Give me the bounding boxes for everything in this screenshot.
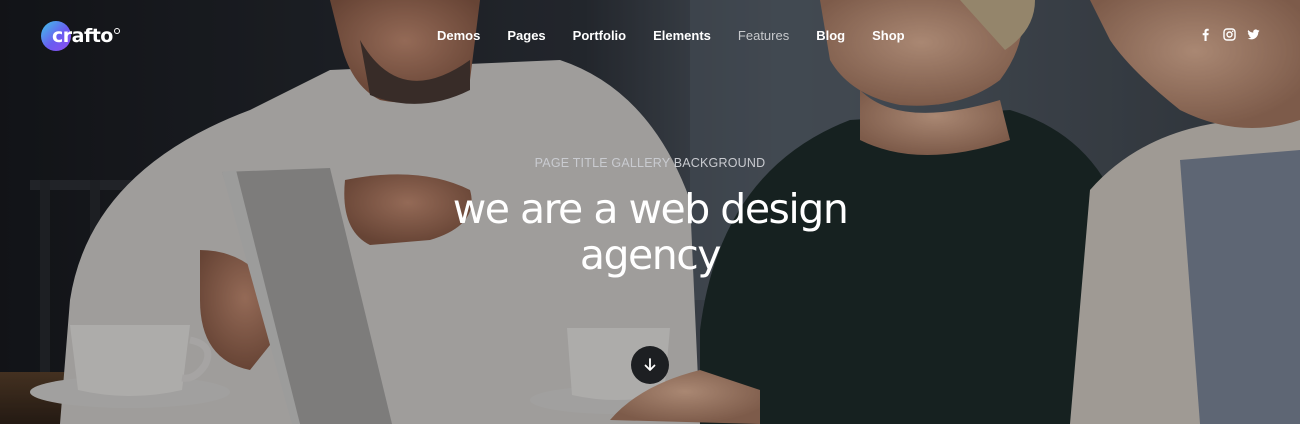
hero-title-line1: we are a web design: [452, 185, 849, 233]
twitter-icon[interactable]: [1247, 28, 1260, 41]
logo-registered-icon: [113, 28, 120, 34]
logo-text: crafto: [52, 25, 113, 47]
site-header: crafto Demos Pages Portfolio Elements Fe…: [0, 0, 1300, 72]
hero-title-line2: agency: [579, 231, 722, 279]
scroll-down-button[interactable]: [631, 346, 669, 384]
nav-item-features[interactable]: Features: [738, 28, 789, 44]
nav-item-pages[interactable]: Pages: [507, 28, 545, 44]
hero-title: we are a web design agency: [0, 186, 1300, 278]
nav-item-demos[interactable]: Demos: [437, 28, 480, 44]
main-navigation: Demos Pages Portfolio Elements Features …: [437, 28, 932, 44]
nav-item-portfolio[interactable]: Portfolio: [573, 28, 626, 44]
nav-item-blog[interactable]: Blog: [816, 28, 845, 44]
nav-item-shop[interactable]: Shop: [872, 28, 905, 44]
arrow-down-icon: [644, 358, 656, 371]
facebook-icon[interactable]: [1199, 28, 1212, 41]
nav-item-elements[interactable]: Elements: [653, 28, 711, 44]
hero-subtitle: PAGE TITLE GALLERY BACKGROUND: [534, 156, 766, 170]
social-links: [1199, 28, 1260, 41]
hero-section: crafto Demos Pages Portfolio Elements Fe…: [0, 0, 1300, 424]
instagram-icon[interactable]: [1223, 28, 1236, 41]
logo[interactable]: crafto: [41, 21, 120, 51]
